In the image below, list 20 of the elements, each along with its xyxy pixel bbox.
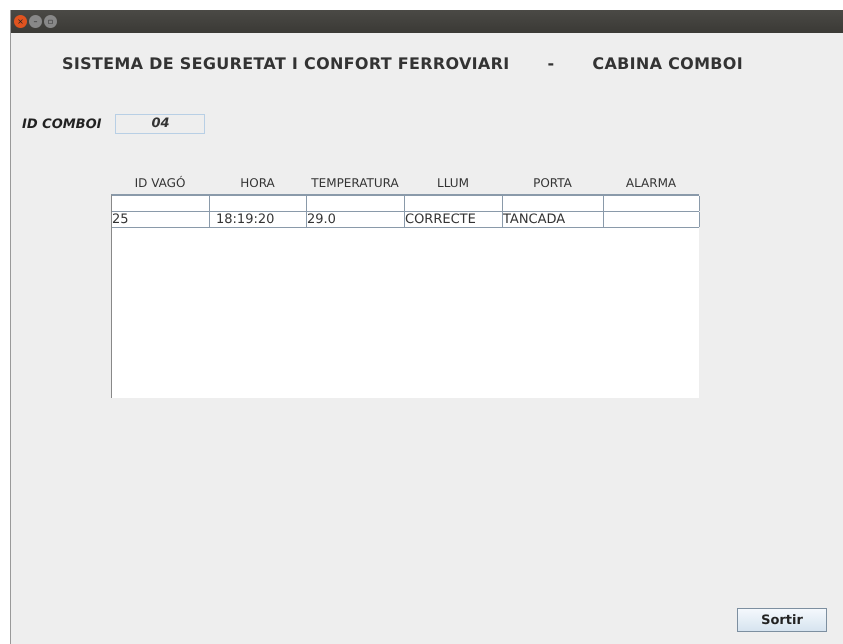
title-separator: - bbox=[547, 54, 554, 73]
app-title: SISTEMA DE SEGURETAT I CONFORT FERROVIARI bbox=[62, 54, 510, 73]
table-cell: 25 bbox=[112, 212, 210, 227]
table-cell: 18:19:20 bbox=[210, 212, 307, 227]
table-cell: 29.0 bbox=[307, 212, 405, 227]
minimize-button[interactable]: – bbox=[29, 15, 42, 28]
table-cell: CORRECTE bbox=[405, 212, 503, 227]
exit-button[interactable]: Sortir bbox=[737, 608, 827, 632]
id-field[interactable]: 04 bbox=[115, 114, 206, 134]
close-button[interactable]: × bbox=[14, 15, 27, 28]
column-header[interactable]: TEMPERATURA bbox=[306, 176, 404, 190]
column-header[interactable]: PORTA bbox=[502, 176, 603, 190]
column-header[interactable]: HORA bbox=[209, 176, 306, 190]
field-label: ID COMBOI bbox=[22, 116, 102, 132]
column-header[interactable]: ID VAGÓ bbox=[111, 176, 209, 190]
screen-title: CABINA COMBOI bbox=[592, 54, 743, 73]
maximize-button[interactable]: ▫ bbox=[44, 15, 57, 28]
column-header[interactable]: LLUM bbox=[404, 176, 502, 190]
table-cell: TANCADA bbox=[503, 212, 604, 227]
column-header[interactable]: ALARMA bbox=[603, 176, 699, 190]
